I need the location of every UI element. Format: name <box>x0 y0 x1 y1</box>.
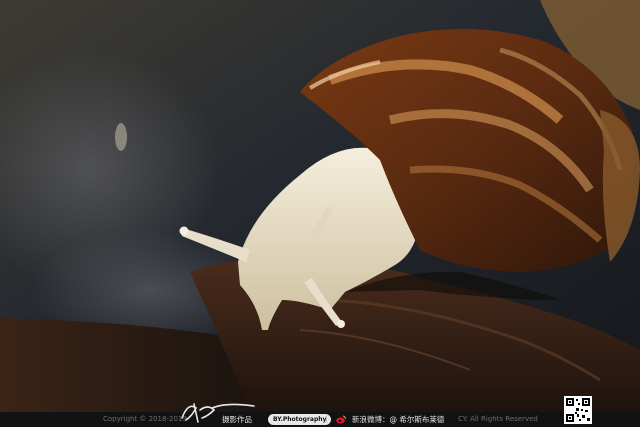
bokeh-dot <box>115 123 127 151</box>
weibo-icon <box>336 415 346 424</box>
footer-separator: | <box>325 415 328 423</box>
left-tentacle-tip <box>179 226 189 236</box>
qr-code <box>564 396 592 424</box>
works-label: 摄影作品 <box>222 415 252 424</box>
snail-photo <box>0 0 640 412</box>
right-tentacle-tip <box>337 320 345 328</box>
weibo-text: 新浪微博：@ 希尔斯布莱德 <box>352 415 445 424</box>
watermark-footer: Copyright © 2018-2019 摄影作品 BY.Photograph… <box>0 396 640 427</box>
handle-pill: BY.Photography <box>268 414 332 425</box>
rights-text: CY. All Rights Reserved <box>458 415 538 423</box>
copyright-text: Copyright © 2018-2019 <box>103 415 187 423</box>
